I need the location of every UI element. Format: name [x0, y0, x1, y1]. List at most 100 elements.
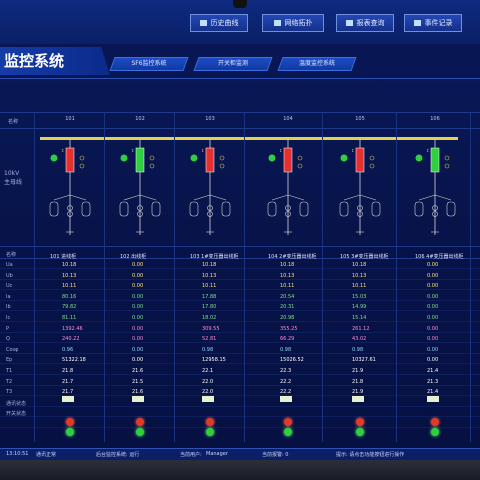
measurement-value: 12958.15	[202, 357, 226, 364]
history-curve-button[interactable]: 历史曲线	[190, 14, 248, 32]
grid-line	[174, 112, 175, 442]
column-header: 105	[355, 116, 365, 122]
svg-text:↕: ↕	[61, 148, 64, 153]
measurement-value: 10.11	[202, 283, 217, 290]
measurement-value: 15.03	[352, 293, 367, 300]
measurement-value: 20.31	[280, 304, 295, 311]
column-header: 104	[283, 116, 293, 122]
measurement-value: 0.00	[427, 336, 439, 343]
grid-line	[244, 112, 245, 442]
measurement-value: 0.00	[132, 325, 144, 332]
row-label: Ep	[6, 357, 13, 364]
feeder-diagram[interactable]: ↕	[258, 140, 318, 240]
grid-line	[0, 374, 480, 375]
status-lamp	[356, 418, 364, 426]
row-label: Ua	[6, 262, 13, 268]
measurement-value: 0.00	[132, 346, 144, 353]
measurement-value: 43.02	[352, 336, 367, 343]
history-curve-label: 历史曲线	[210, 19, 239, 27]
svg-text:↕: ↕	[426, 148, 429, 153]
column-header: 106	[430, 116, 440, 122]
measurement-value: 10.18	[352, 262, 367, 268]
feeder-diagram[interactable]: ↕	[110, 140, 170, 240]
measurement-value: 17.88	[202, 293, 217, 300]
row-label: 名称	[6, 252, 17, 258]
tab-switchgear[interactable]: 开关柜监测	[193, 57, 273, 71]
report-query-label: 报表查询	[356, 19, 385, 27]
server-status: 后台监控系统: 运行	[96, 452, 140, 458]
network-topology-label: 网络拓扑	[284, 19, 313, 27]
measurement-value: 10.13	[352, 272, 367, 279]
feeder-diagram[interactable]: ↕	[40, 140, 100, 240]
feeder-name: 104 2#变压器出线柜	[268, 254, 317, 260]
temperature-value: 21.8	[352, 378, 364, 385]
temperature-value: 21.5	[132, 378, 144, 385]
grid-line	[0, 310, 480, 312]
measurement-value: 51322.18	[62, 357, 86, 364]
temperature-bar	[427, 395, 439, 402]
grid-line	[0, 278, 480, 280]
log-icon	[413, 20, 421, 26]
grid-line	[0, 112, 480, 113]
measurement-value: 20.98	[280, 315, 295, 321]
grid-line	[0, 246, 480, 247]
tab-temperature[interactable]: 温度监控系统	[277, 57, 357, 71]
measurement-value: 10.13	[202, 272, 217, 279]
svg-text:↕: ↕	[351, 148, 354, 153]
row-label: 通讯状态	[6, 400, 27, 407]
network-icon	[273, 20, 281, 26]
event-log-button[interactable]: 事件记录	[404, 14, 462, 32]
grid-line	[0, 299, 480, 301]
grid-line	[0, 363, 480, 365]
user-label: 当前用户:	[180, 452, 202, 458]
temperature-bar	[62, 395, 74, 402]
event-log-label: 事件记录	[424, 19, 453, 27]
tab-temperature-label: 温度监控系统	[298, 60, 335, 67]
measurement-value: 15026.52	[280, 357, 304, 364]
measurement-value: 10.18	[62, 262, 77, 268]
measurement-value: 10.13	[280, 272, 295, 279]
grid-line	[34, 112, 35, 442]
webcam	[233, 0, 247, 8]
measurement-value: 10327.61	[352, 357, 376, 364]
temperature-value: 21.7	[62, 389, 74, 396]
measurement-value: 0.00	[132, 315, 144, 321]
grid-line	[104, 112, 105, 442]
status-lamp	[206, 428, 214, 436]
feeder-diagram[interactable]: ↕	[405, 140, 465, 240]
report-query-button[interactable]: 报表查询	[336, 14, 394, 32]
temperature-value: 22.3	[280, 368, 292, 374]
feeder-diagram[interactable]: ↕	[330, 140, 390, 240]
measurement-value: 0.00	[427, 262, 439, 268]
feeder-name: 106 4#变压器出线柜	[415, 254, 464, 260]
measurement-value: 0.00	[427, 283, 439, 290]
measurement-value: 0.00	[132, 283, 144, 290]
temperature-bar	[352, 395, 364, 402]
temperature-bar	[132, 395, 144, 402]
network-topology-button[interactable]: 网络拓扑	[262, 14, 324, 32]
svg-text:↕: ↕	[201, 148, 204, 153]
measurement-value: 261.12	[352, 325, 370, 332]
temperature-value: 22.0	[202, 389, 214, 396]
feeder-name: 101 进线柜	[50, 254, 77, 260]
feeder-diagram[interactable]: ↕	[180, 140, 240, 240]
row-label: Cosφ	[6, 346, 19, 353]
measurement-value: 0.96	[62, 346, 74, 353]
measurement-value: 0.00	[427, 304, 439, 311]
grid-line	[0, 416, 480, 418]
tab-sf6[interactable]: SF6监控系统	[109, 57, 189, 71]
current-user: Manager	[206, 451, 228, 457]
grid-line	[0, 352, 480, 354]
temperature-value: 22.0	[202, 378, 214, 385]
alarm-count: 当前报警: 0	[262, 452, 289, 458]
measurement-value: 0.98	[202, 346, 214, 353]
tab-switchgear-label: 开关柜监测	[217, 60, 248, 67]
hint-text: 提示: 请点击功能按钮进行操作	[336, 452, 405, 458]
row-label: Ia	[6, 293, 11, 300]
column-header: 103	[205, 116, 215, 122]
temperature-value: 22.1	[202, 368, 214, 374]
grid-line	[0, 405, 480, 407]
svg-text:↕: ↕	[279, 148, 282, 153]
temperature-value: 22.2	[280, 378, 292, 385]
measurement-value: 0.00	[427, 357, 439, 364]
